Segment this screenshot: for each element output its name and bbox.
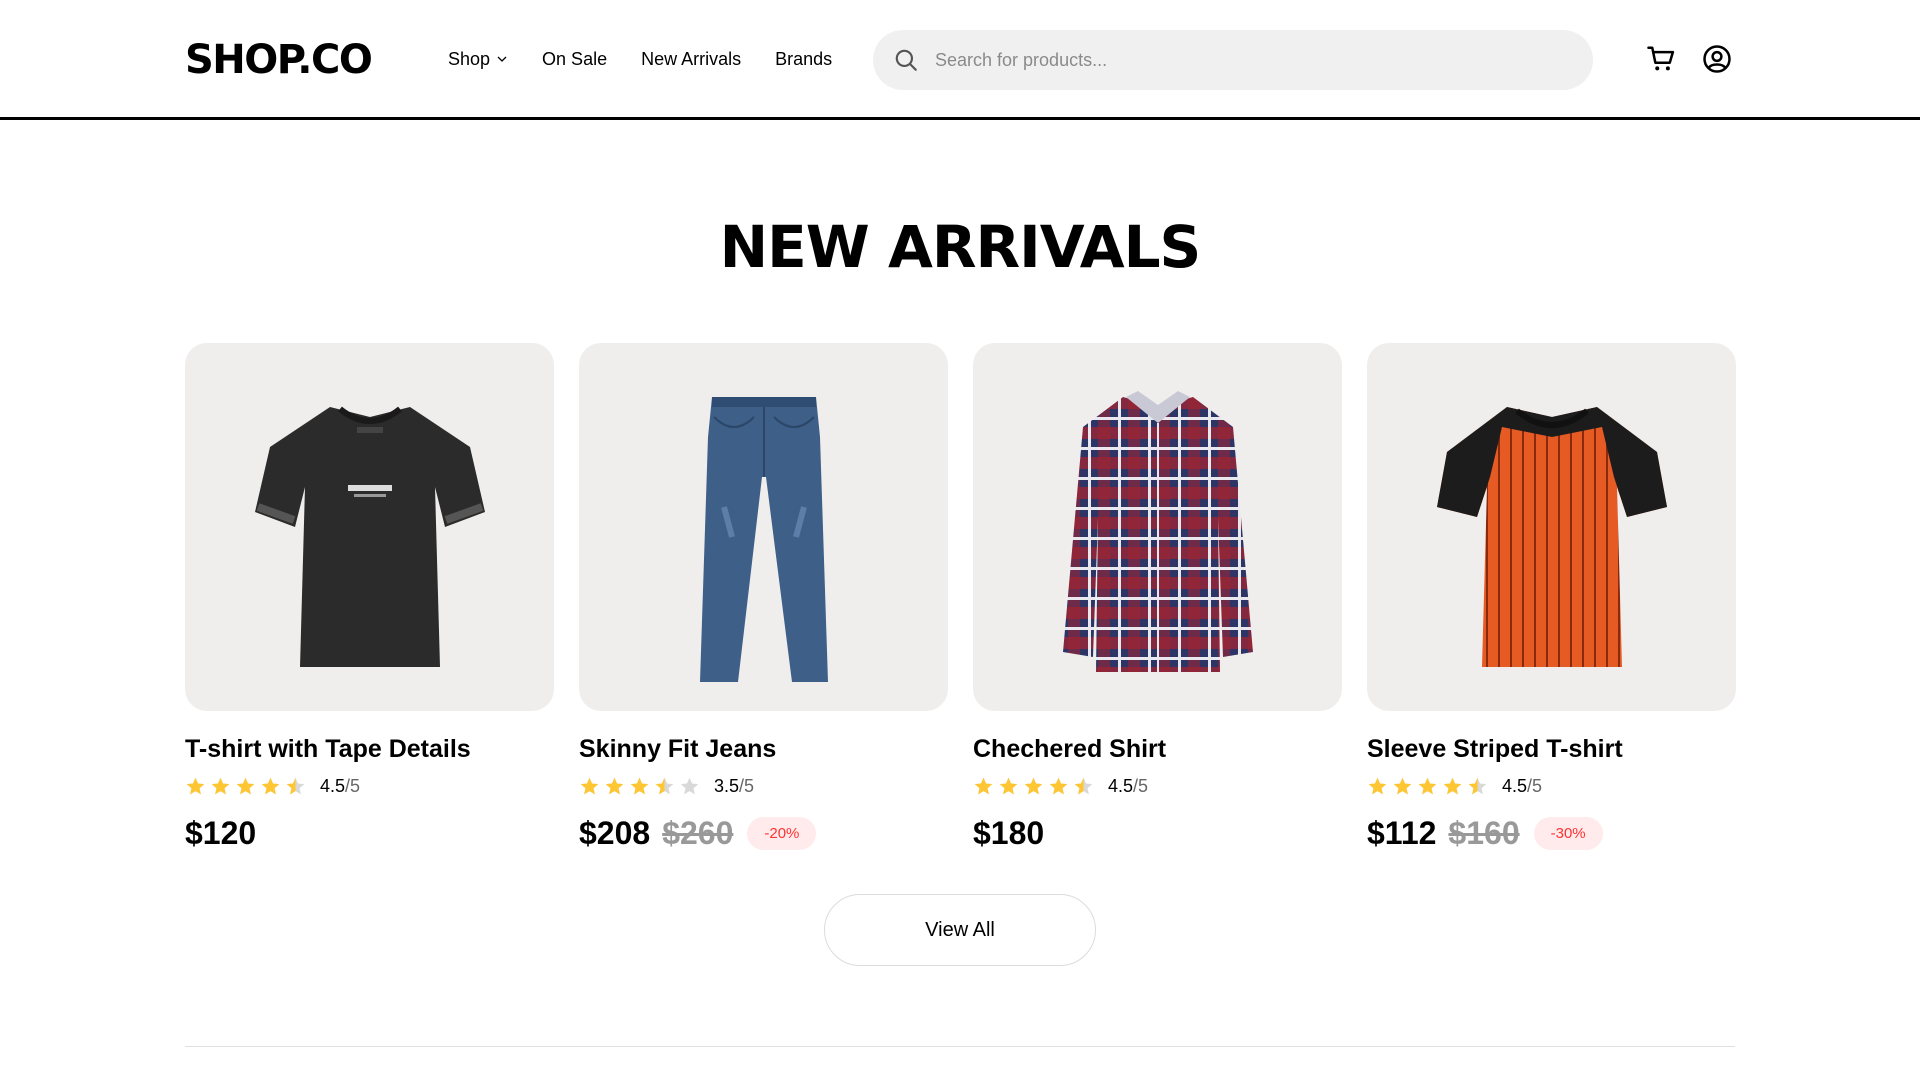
- search-input[interactable]: [935, 49, 1535, 71]
- star-full-icon: [974, 777, 993, 794]
- product-grid: T-shirt with Tape Details 4.5/5 $120 Ski…: [185, 343, 1736, 853]
- discount-badge: -20%: [747, 816, 817, 850]
- product-card[interactable]: Chechered Shirt 4.5/5 $180: [973, 343, 1342, 853]
- rating-max: /5: [739, 775, 755, 796]
- product-image[interactable]: [1367, 343, 1736, 711]
- star-full-icon: [1393, 777, 1412, 794]
- star-full-icon: [186, 777, 205, 794]
- nav-brands-label: Brands: [775, 49, 833, 69]
- search-icon: [895, 49, 917, 71]
- product-image[interactable]: [185, 343, 554, 711]
- product-card[interactable]: Skinny Fit Jeans 3.5/5 $208 $260 -20%: [579, 343, 948, 853]
- nav-on-sale[interactable]: On Sale: [542, 46, 607, 72]
- product-rating: 3.5/5: [579, 773, 948, 799]
- rating-stars: [973, 776, 1094, 797]
- rating-text: 3.5/5: [714, 776, 754, 797]
- search-bar: [873, 30, 1593, 90]
- nav-shop[interactable]: Shop: [448, 46, 508, 72]
- product-price: $180: [973, 814, 1045, 851]
- product-image[interactable]: [579, 343, 948, 711]
- rating-text: 4.5/5: [1502, 776, 1542, 797]
- product-prices: $120: [185, 813, 554, 853]
- view-all-button[interactable]: View All: [824, 894, 1096, 966]
- rating-max: /5: [345, 775, 361, 796]
- product-name[interactable]: Chechered Shirt: [973, 733, 1342, 765]
- product-prices: $180: [973, 813, 1342, 853]
- blue-jeans-image: [699, 397, 828, 682]
- product-price: $112: [1367, 814, 1437, 851]
- product-old-price: $160: [1448, 814, 1520, 851]
- rating-text: 4.5/5: [1108, 776, 1148, 797]
- nav-shop-label: Shop: [448, 49, 491, 69]
- rating-stars: [185, 776, 306, 797]
- chevron-down-icon: [497, 56, 507, 62]
- star-half-icon: [655, 777, 674, 794]
- black-tshirt-image: [254, 406, 485, 667]
- product-card[interactable]: T-shirt with Tape Details 4.5/5 $120: [185, 343, 554, 853]
- product-price: $208: [579, 814, 651, 851]
- star-half-icon: [286, 777, 305, 794]
- nav-new-arrivals-label: New Arrivals: [641, 49, 742, 69]
- star-full-icon: [211, 777, 230, 794]
- discount-badge: -30%: [1533, 816, 1603, 850]
- star-full-icon: [1024, 777, 1043, 794]
- rating-max: /5: [1527, 775, 1543, 796]
- product-prices: $208 $260 -20%: [579, 813, 948, 853]
- product-image[interactable]: [973, 343, 1342, 711]
- star-full-icon: [236, 777, 255, 794]
- striped-tshirt-image: [1436, 407, 1667, 667]
- star-full-icon: [1049, 777, 1068, 794]
- star-empty-icon: [680, 777, 699, 794]
- star-full-icon: [605, 777, 624, 794]
- product-card[interactable]: Sleeve Striped T-shirt 4.5/5 $112 $160 -…: [1367, 343, 1736, 853]
- product-price: $120: [185, 814, 257, 851]
- rating-text: 4.5/5: [320, 776, 360, 797]
- nav-brands[interactable]: Brands: [775, 46, 832, 72]
- rating-value: 4.5: [320, 775, 346, 796]
- product-name[interactable]: T-shirt with Tape Details: [185, 733, 554, 765]
- product-name[interactable]: Sleeve Striped T-shirt: [1367, 733, 1736, 765]
- star-full-icon: [1418, 777, 1437, 794]
- star-half-icon: [1468, 777, 1487, 794]
- logo[interactable]: SHOP.CO: [185, 36, 373, 84]
- star-half-icon: [1074, 777, 1093, 794]
- rating-stars: [579, 776, 700, 797]
- star-full-icon: [1368, 777, 1387, 794]
- rating-value: 4.5: [1502, 775, 1528, 796]
- nav-new-arrivals[interactable]: New Arrivals: [641, 46, 741, 72]
- cart-icon[interactable]: [1646, 44, 1676, 74]
- product-rating: 4.5/5: [973, 773, 1342, 799]
- product-prices: $112 $160 -30%: [1367, 813, 1736, 853]
- rating-max: /5: [1133, 775, 1149, 796]
- star-full-icon: [1443, 777, 1462, 794]
- site-header: SHOP.CO Shop On Sale New Arrivals Brands: [0, 0, 1920, 120]
- product-rating: 4.5/5: [185, 773, 554, 799]
- plaid-shirt-image: [1062, 391, 1253, 672]
- nav-on-sale-label: On Sale: [542, 49, 608, 69]
- rating-value: 4.5: [1108, 775, 1134, 796]
- product-old-price: $260: [662, 814, 734, 851]
- star-full-icon: [999, 777, 1018, 794]
- account-icon[interactable]: [1702, 44, 1732, 74]
- section-title: NEW ARRIVALS: [719, 213, 1202, 281]
- main-nav: Shop On Sale New Arrivals Brands: [448, 46, 832, 72]
- star-full-icon: [261, 777, 280, 794]
- rating-value: 3.5: [714, 775, 740, 796]
- section-divider: [185, 1046, 1735, 1047]
- star-full-icon: [630, 777, 649, 794]
- product-name[interactable]: Skinny Fit Jeans: [579, 733, 948, 765]
- rating-stars: [1367, 776, 1488, 797]
- product-rating: 4.5/5: [1367, 773, 1736, 799]
- star-full-icon: [580, 777, 599, 794]
